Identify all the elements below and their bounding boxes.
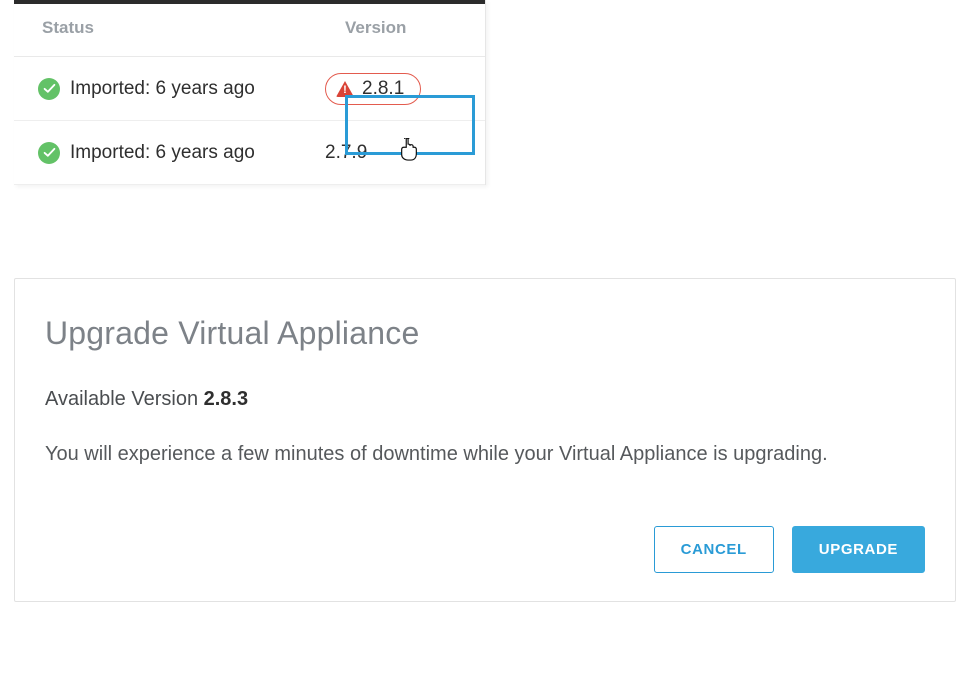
version-pill-warning[interactable]: 2.8.1: [325, 73, 421, 105]
version-cell: 2.8.1: [325, 73, 465, 105]
table-row: Imported: 6 years ago 2.7.9: [14, 121, 485, 185]
column-header-version: Version: [345, 18, 465, 38]
dialog-actions: CANCEL UPGRADE: [45, 526, 925, 573]
dialog-description: You will experience a few minutes of dow…: [45, 439, 925, 470]
table-header-row: Status Version: [14, 4, 485, 57]
dialog-title: Upgrade Virtual Appliance: [45, 315, 925, 352]
status-text: Imported: 6 years ago: [70, 78, 255, 100]
cancel-button[interactable]: CANCEL: [654, 526, 774, 573]
version-text: 2.8.1: [362, 78, 404, 100]
check-icon: [38, 78, 60, 100]
upgrade-button[interactable]: UPGRADE: [792, 526, 925, 573]
status-cell: Imported: 6 years ago: [38, 142, 325, 164]
version-text: 2.7.9: [325, 142, 367, 164]
upgrade-dialog: Upgrade Virtual Appliance Available Vers…: [14, 278, 956, 602]
appliance-table: Status Version Imported: 6 years ago 2.8…: [14, 0, 486, 185]
status-text: Imported: 6 years ago: [70, 142, 255, 164]
table-row: Imported: 6 years ago 2.8.1: [14, 57, 485, 121]
available-version-value: 2.8.3: [204, 388, 248, 410]
status-cell: Imported: 6 years ago: [38, 78, 325, 100]
version-cell: 2.7.9: [325, 142, 465, 164]
available-version-line: Available Version 2.8.3: [45, 388, 925, 411]
column-header-status: Status: [42, 18, 345, 38]
check-icon: [38, 142, 60, 164]
available-version-label: Available Version: [45, 388, 204, 410]
alert-icon: [336, 81, 354, 97]
